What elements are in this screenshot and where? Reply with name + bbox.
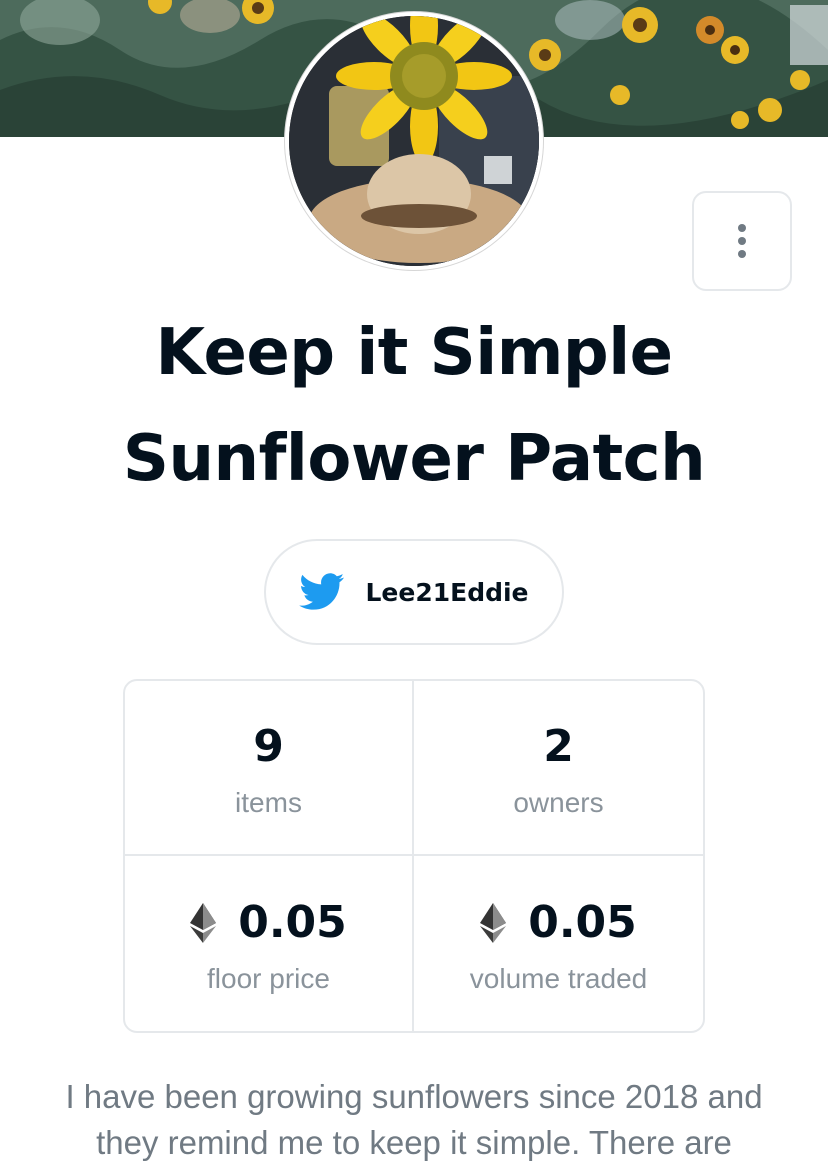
twitter-bird-icon [299,573,345,610]
stat-value: 0.05 [480,893,637,953]
stat-volume-traded-value: 0.05 [528,897,637,948]
collection-description: I have been growing sunflowers since 201… [65,1078,763,1161]
stat-value: 0.05 [190,893,347,953]
stat-owners[interactable]: 2 owners [414,681,703,856]
more-vertical-icon [738,224,746,258]
stat-floor-price[interactable]: 0.05 floor price [125,856,414,1031]
stat-items[interactable]: 9 items [125,681,414,856]
stat-floor-price-label: floor price [207,962,330,994]
twitter-link[interactable]: Lee21Eddie [264,539,564,645]
stat-value: 2 [543,717,574,777]
collection-title: Keep it Simple Sunflower Patch [122,316,706,496]
twitter-handle: Lee21Eddie [365,577,529,607]
stat-items-value: 9 [253,721,284,772]
stat-items-label: items [235,786,302,818]
stat-volume-traded-label: volume traded [469,962,648,994]
stat-value: 9 [253,717,284,777]
stat-owners-value: 2 [543,721,574,772]
stat-floor-price-value: 0.05 [238,897,347,948]
stat-volume-traded[interactable]: 0.05 volume traded [414,856,703,1031]
ethereum-icon [480,902,507,943]
stat-owners-label: owners [513,786,604,818]
more-options-button[interactable] [692,191,792,291]
collection-stats: 9 items 2 owners 0.05 floor price 0.05 v… [123,679,705,1033]
collection-avatar [285,12,543,270]
ethereum-icon [190,902,217,943]
